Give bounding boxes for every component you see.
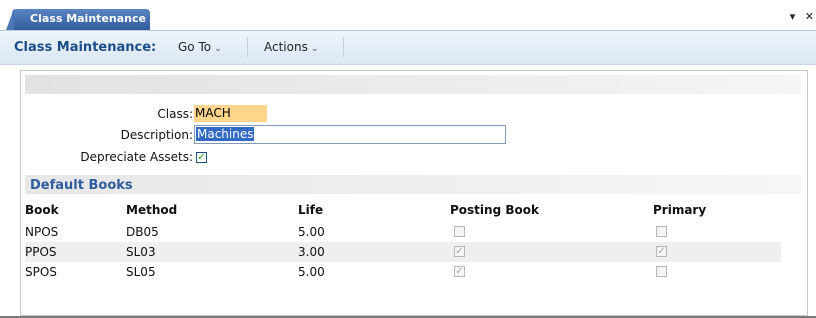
life-cell: 5.00 [298,265,325,279]
method-cell: DB05 [126,225,159,239]
primary-checkbox[interactable] [656,266,667,277]
actions-menu[interactable]: Actions ⌄ [264,40,318,54]
life-cell: 5.00 [298,225,325,239]
depreciate-assets-checkbox[interactable]: ✓ [196,152,207,163]
toolbar-title: Class Maintenance: [14,40,157,55]
description-label: Description: [120,128,193,142]
description-value: Machines [196,127,255,141]
toolbar: Class Maintenance: Go To ⌄ Actions ⌄ [0,31,816,65]
posting-book-checkbox[interactable] [454,226,465,237]
column-header-life: Life [298,203,324,217]
primary-checkbox[interactable]: ✓ [656,246,667,257]
method-cell: SL05 [126,265,156,279]
column-header-primary: Primary [653,203,707,217]
method-cell: SL03 [126,245,156,259]
tab-strip: Class Maintenance ▾ ✕ [0,0,816,31]
panel-header [25,75,801,94]
life-cell: 3.00 [298,245,325,259]
chevron-down-icon: ⌄ [310,44,319,54]
table-row[interactable]: SPOS SL05 5.00 ✓ [25,262,781,282]
table-row[interactable]: PPOS SL03 3.00 ✓ ✓ [25,242,781,262]
form-panel: Class: MACH Description: Machines Deprec… [20,70,808,316]
book-cell: NPOS [25,225,59,239]
tab-class-maintenance[interactable]: Class Maintenance [6,9,150,30]
toolbar-divider [343,37,344,57]
table-row[interactable]: NPOS DB05 5.00 [25,222,781,242]
toolbar-divider [247,37,248,57]
window-controls: ▾ ✕ [784,10,814,23]
posting-book-checkbox[interactable]: ✓ [454,246,465,257]
dropdown-arrow-icon[interactable]: ▾ [790,10,796,23]
column-header-book: Book [25,203,59,217]
book-cell: SPOS [25,265,57,279]
go-to-label: Go To [178,40,212,54]
class-field[interactable]: MACH [194,105,267,122]
class-label: Class: [157,107,193,121]
close-icon[interactable]: ✕ [805,10,814,23]
column-header-method: Method [126,203,178,217]
actions-label: Actions [264,40,308,54]
book-cell: PPOS [25,245,57,259]
posting-book-checkbox[interactable]: ✓ [454,266,465,277]
default-books-section-header: Default Books [25,175,801,194]
depreciate-assets-label: Depreciate Assets: [80,150,193,164]
description-field[interactable]: Machines [194,125,506,144]
primary-checkbox[interactable] [656,226,667,237]
column-header-posting-book: Posting Book [450,203,539,217]
go-to-menu[interactable]: Go To ⌄ [178,40,222,54]
chevron-down-icon: ⌄ [214,44,222,54]
default-books-title: Default Books [30,178,133,193]
